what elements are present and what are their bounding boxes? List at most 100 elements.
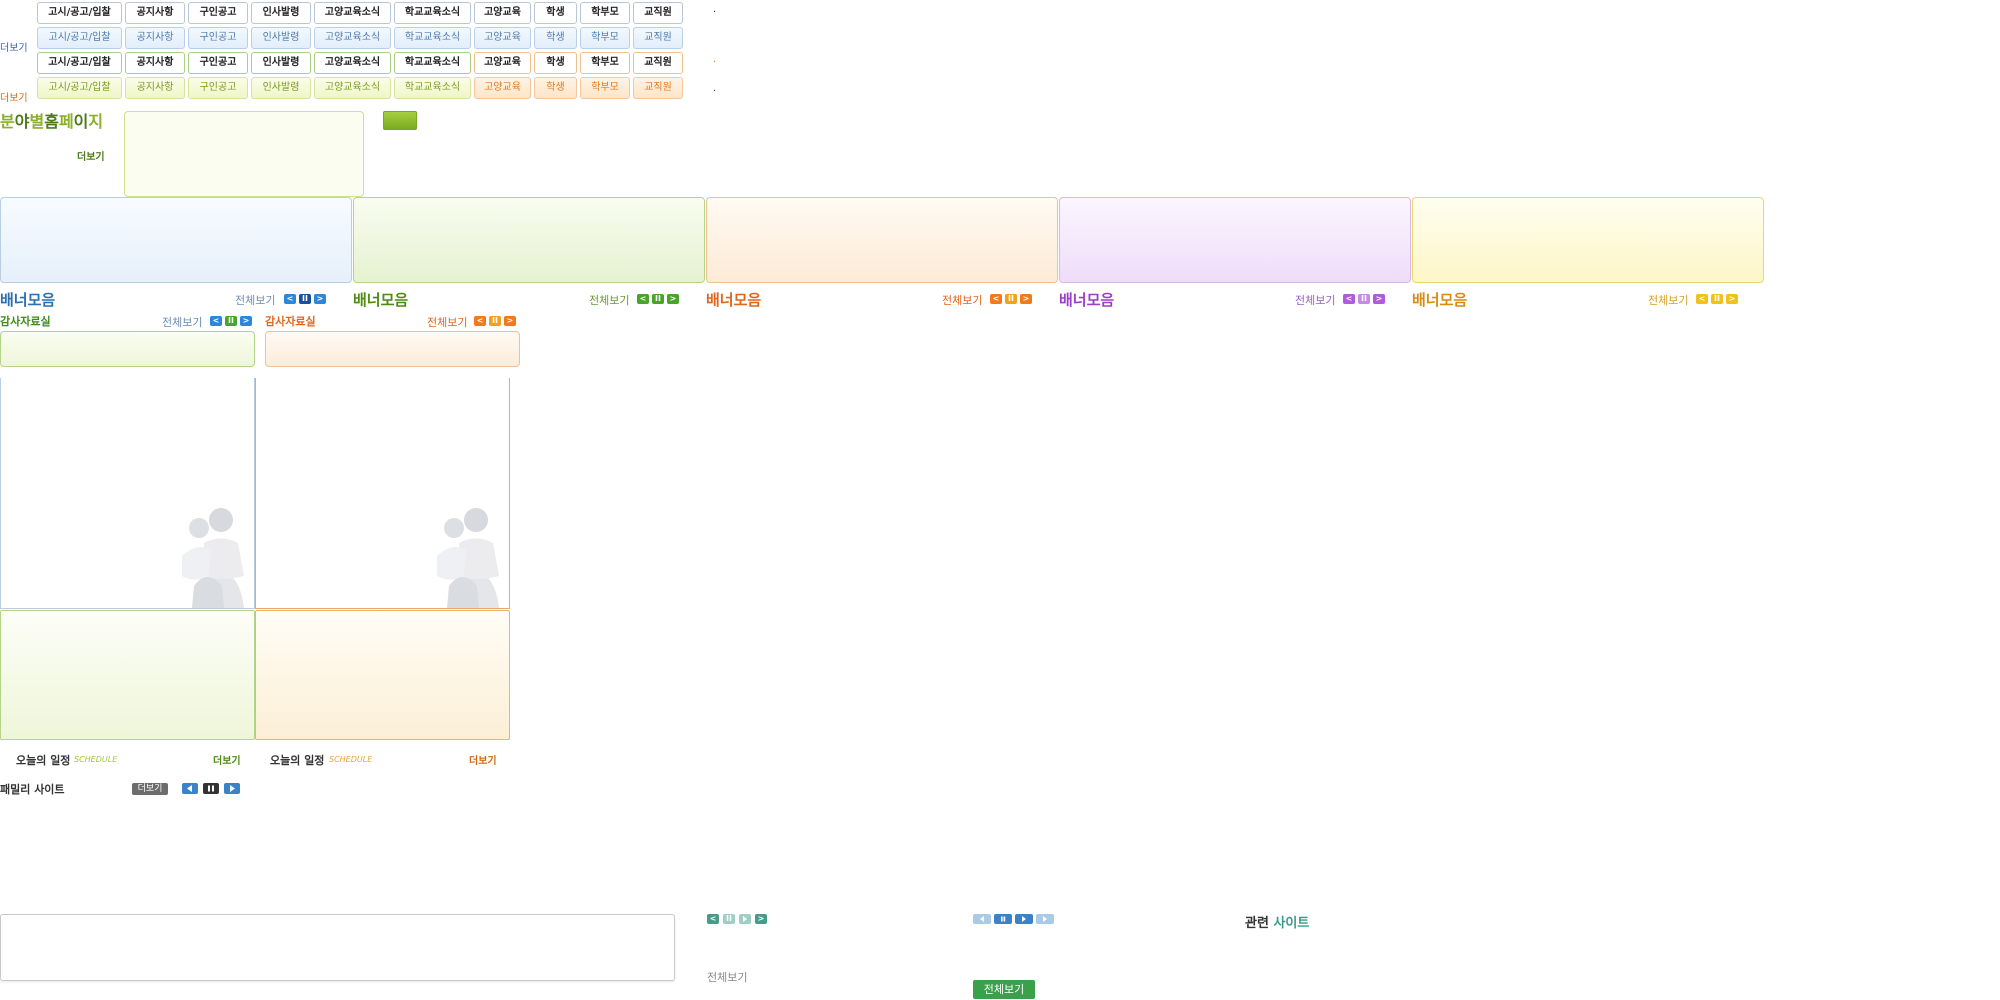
title-char: 별 — [29, 112, 45, 131]
banner-view-all[interactable]: 전체보기 — [589, 292, 629, 308]
schedule-more[interactable]: 더보기 — [469, 752, 497, 767]
prev-button[interactable]: < — [707, 914, 719, 924]
pause-button[interactable]: II — [225, 316, 237, 326]
prev-button[interactable]: < — [284, 294, 296, 304]
tab-goyang-news[interactable]: 고양교육소식 — [314, 52, 391, 74]
tab-job-posting[interactable]: 구인공고 — [188, 77, 248, 99]
tab-goyang-edu[interactable]: 고양교육 — [474, 27, 531, 49]
play-button[interactable] — [739, 914, 751, 924]
schedule-more[interactable]: 더보기 — [213, 752, 241, 767]
play-button[interactable] — [1015, 914, 1033, 924]
family-site-more-button[interactable]: 더보기 — [132, 783, 168, 795]
tab-goyang-news[interactable]: 고양교육소식 — [314, 27, 391, 49]
more-link[interactable]: 더보기 — [0, 39, 28, 54]
pause-button[interactable]: II — [652, 294, 664, 304]
tab-school-news[interactable]: 학교교육소식 — [394, 2, 471, 24]
family-site-title: 패밀리 사이트 — [0, 783, 65, 796]
field-homepage-more[interactable]: 더보기 — [77, 148, 105, 163]
pause-button[interactable] — [994, 914, 1012, 924]
tab-notice-bid[interactable]: 고시/공고/입찰 — [37, 52, 122, 74]
pause-button[interactable]: II — [489, 316, 501, 326]
tab-personnel[interactable]: 인사발령 — [251, 27, 311, 49]
pause-button[interactable]: II — [1711, 294, 1723, 304]
bottom-view-all-link[interactable]: 전체보기 — [707, 969, 747, 985]
audit-view-all[interactable]: 전체보기 — [162, 314, 202, 330]
tab-announcement[interactable]: 공지사항 — [125, 27, 185, 49]
banner-view-all[interactable]: 전체보기 — [942, 292, 982, 308]
tab-parent[interactable]: 학부모 — [580, 52, 630, 74]
tab-job-posting[interactable]: 구인공고 — [188, 27, 248, 49]
title-char: 분 — [0, 112, 15, 131]
tab-announcement[interactable]: 공지사항 — [125, 77, 185, 99]
tab-goyang-edu[interactable]: 고양교육 — [474, 2, 531, 24]
tab-staff[interactable]: 교직원 — [633, 2, 683, 24]
prev-button[interactable]: < — [1696, 294, 1708, 304]
tab-goyang-edu[interactable]: 고양교육 — [474, 52, 531, 74]
next-button[interactable] — [224, 783, 240, 794]
next-button[interactable] — [1036, 914, 1054, 924]
tab-notice-bid[interactable]: 고시/공고/입찰 — [37, 77, 122, 99]
banner-title: 배너모음 — [0, 291, 56, 309]
family-photo-panel-blue — [0, 378, 255, 609]
tab-announcement[interactable]: 공지사항 — [125, 52, 185, 74]
tab-job-posting[interactable]: 구인공고 — [188, 2, 248, 24]
tab-goyang-news[interactable]: 고양교육소식 — [314, 77, 391, 99]
tab-announcement[interactable]: 공지사항 — [125, 2, 185, 24]
arrow-right-icon — [230, 785, 235, 792]
tab-notice-bid[interactable]: 고시/공고/입찰 — [37, 2, 122, 24]
more-link[interactable]: 더보기 — [0, 89, 28, 104]
prev-button[interactable]: < — [637, 294, 649, 304]
banner-view-all[interactable]: 전체보기 — [235, 292, 275, 308]
tab-goyang-news[interactable]: 고양교육소식 — [314, 2, 391, 24]
tab-personnel[interactable]: 인사발령 — [251, 52, 311, 74]
banner-panel-purple — [1059, 197, 1411, 283]
prev-button[interactable] — [182, 783, 198, 794]
prev-button[interactable]: < — [1343, 294, 1355, 304]
field-homepage-button[interactable] — [383, 111, 417, 130]
prev-button[interactable]: < — [474, 316, 486, 326]
next-button[interactable]: > — [314, 294, 326, 304]
tab-personnel[interactable]: 인사발령 — [251, 2, 311, 24]
pause-button[interactable] — [203, 783, 219, 794]
next-button[interactable]: > — [1373, 294, 1385, 304]
pause-button[interactable]: II — [299, 294, 311, 304]
next-button[interactable]: > — [755, 914, 767, 924]
related-title-dark: 관련 — [1245, 916, 1269, 931]
tab-goyang-edu[interactable]: 고양교육 — [474, 77, 531, 99]
audit-view-all[interactable]: 전체보기 — [427, 314, 467, 330]
pause-button[interactable]: II — [1358, 294, 1370, 304]
tab-school-news[interactable]: 학교교육소식 — [394, 77, 471, 99]
tab-student[interactable]: 학생 — [534, 27, 577, 49]
next-button[interactable]: > — [504, 316, 516, 326]
pause-button[interactable]: II — [723, 914, 735, 924]
title-char: 야 — [14, 112, 30, 131]
tab-school-news[interactable]: 학교교육소식 — [394, 27, 471, 49]
tab-parent[interactable]: 학부모 — [580, 2, 630, 24]
banner-view-all[interactable]: 전체보기 — [1295, 292, 1335, 308]
next-button[interactable]: > — [240, 316, 252, 326]
prev-button[interactable]: < — [990, 294, 1002, 304]
prev-button[interactable] — [973, 914, 991, 924]
pause-button[interactable]: II — [1005, 294, 1017, 304]
tab-staff[interactable]: 교직원 — [633, 52, 683, 74]
tab-parent[interactable]: 학부모 — [580, 27, 630, 49]
tab-parent[interactable]: 학부모 — [580, 77, 630, 99]
tab-student[interactable]: 학생 — [534, 2, 577, 24]
field-homepage-title: 분야별홈페이지 — [0, 108, 103, 132]
audit-panel-orange — [265, 331, 520, 367]
tab-personnel[interactable]: 인사발령 — [251, 77, 311, 99]
next-button[interactable]: > — [667, 294, 679, 304]
banner-view-all[interactable]: 전체보기 — [1648, 292, 1688, 308]
next-button[interactable]: > — [1020, 294, 1032, 304]
prev-button[interactable]: < — [210, 316, 222, 326]
tab-notice-bid[interactable]: 고시/공고/입찰 — [37, 27, 122, 49]
bottom-view-all-button[interactable]: 전체보기 — [973, 980, 1035, 999]
tab-job-posting[interactable]: 구인공고 — [188, 52, 248, 74]
audit-title: 감사자료실 — [265, 315, 316, 328]
tab-staff[interactable]: 교직원 — [633, 27, 683, 49]
tab-student[interactable]: 학생 — [534, 77, 577, 99]
tab-staff[interactable]: 교직원 — [633, 77, 683, 99]
next-button[interactable]: > — [1726, 294, 1738, 304]
tab-student[interactable]: 학생 — [534, 52, 577, 74]
tab-school-news[interactable]: 학교교육소식 — [394, 52, 471, 74]
